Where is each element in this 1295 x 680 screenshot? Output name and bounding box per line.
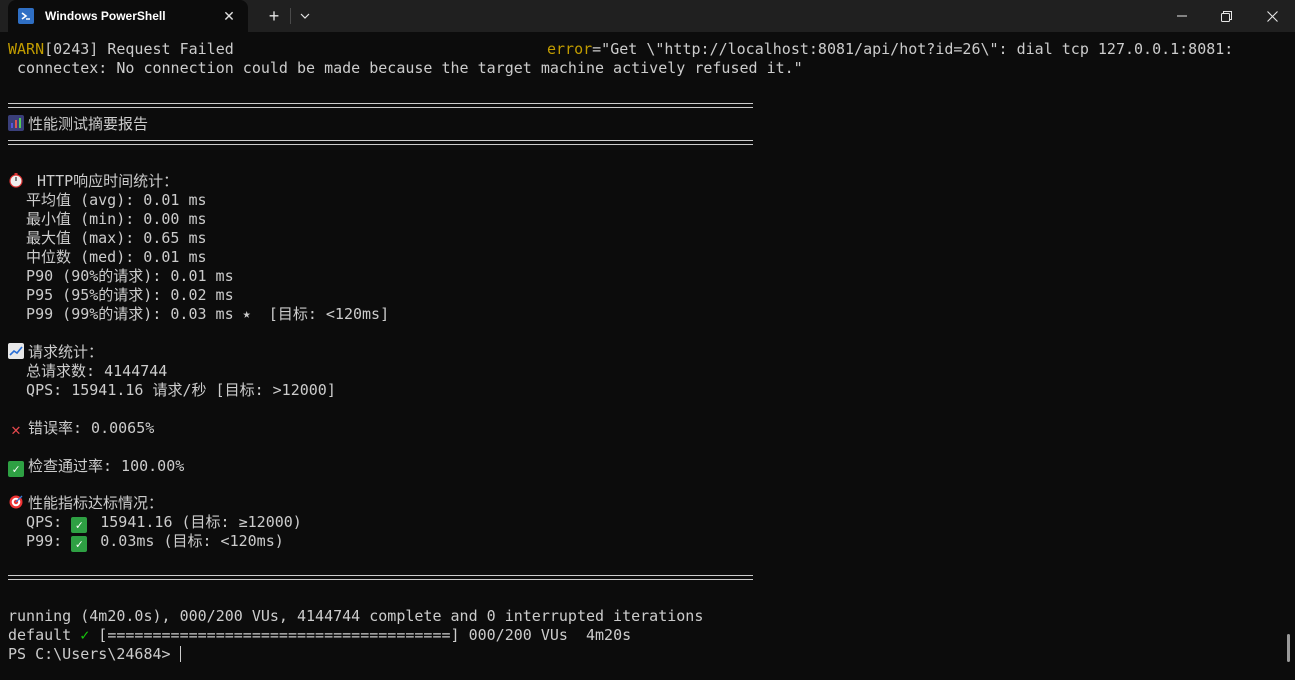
scrollbar-thumb[interactable] [1287,634,1290,662]
prompt: PS C:\Users\24684> [8,645,180,663]
perf-p99-value: 0.03ms (目标: <120ms) [91,532,284,550]
http-stat-med: 中位数 (med): 0.01 ms [8,248,207,266]
default-check-icon: ✓ [80,626,90,644]
tab-dropdown-button[interactable] [291,0,319,32]
perf-qps-label: QPS: [8,513,72,531]
tab-windows-powershell[interactable]: Windows PowerShell ✕ [8,0,248,32]
http-stat-p99: P99 (99%的请求): 0.03 ms ⭑ [目标: <120ms] [8,305,390,323]
prompt-line[interactable]: PS C:\Users\24684> [8,645,181,664]
running-line: running (4m20.0s), 000/200 VUs, 4144744 … [8,607,704,625]
tab-close-icon[interactable]: ✕ [216,3,242,29]
perf-qps-value: 15941.16 (目标: ≥12000) [91,513,302,531]
divider-bottom [8,575,753,580]
request-qps: QPS: 15941.16 请求/秒 [目标: >12000] [8,381,336,399]
error-rate: 错误率: 0.0065% [28,419,155,437]
chevron-down-icon [300,13,310,19]
check-mark-icon: ✓ [71,536,88,552]
stopwatch-icon [8,172,24,188]
warn-error-value: ="Get \"http://localhost:8081/api/hot?id… [592,40,1234,58]
new-tab-button[interactable]: + [258,0,290,32]
text-cursor [179,646,181,662]
default-progress: [======================================]… [89,626,632,644]
warn-error-key: error [547,40,593,58]
check-rate: 检查通过率: 100.00% [28,457,185,475]
close-icon [1266,10,1278,22]
perf-p99-line: P99: ✓ 0.03ms (目标: <120ms) [8,532,284,552]
warn-line: WARN[0243] Request Failed [8,40,234,59]
default-progress-line: default ✓ [=============================… [8,626,631,645]
cross-mark-icon: ✕ [11,420,21,439]
report-title-line: 性能测试摘要报告 [8,115,148,134]
request-header: 请求统计： [28,343,104,361]
perf-header-line: 性能指标达标情况： [8,494,163,513]
divider-top-1 [8,103,753,108]
restore-button[interactable] [1203,0,1249,32]
check-mark-icon: ✓ [8,461,24,477]
title-bar: Windows PowerShell ✕ + [0,0,1295,32]
minimize-button[interactable] [1159,0,1205,32]
http-stat-avg: 平均值 (avg): 0.01 ms [8,191,207,209]
warn-message: [0243] Request Failed [44,40,234,58]
close-window-button[interactable] [1249,0,1295,32]
perf-p99-label: P99: [8,532,72,550]
bar-chart-icon [8,115,24,131]
warn-line-continued: connectex: No connection could be made b… [8,59,803,77]
terminal-output[interactable]: WARN[0243] Request Failed error="Get \"h… [0,32,1295,680]
http-stat-min: 最小值 (min): 0.00 ms [8,210,207,228]
request-total: 总请求数: 4144744 [8,362,168,380]
minimize-icon [1177,15,1187,17]
check-rate-line: ✓ 检查通过率: 100.00% [8,457,185,477]
warn-level: WARN [8,40,45,58]
perf-header: 性能指标达标情况： [28,494,164,512]
divider-top-2 [8,140,753,145]
warn-error: error="Get \"http://localhost:8081/api/h… [547,40,1233,59]
restore-icon [1220,10,1232,22]
http-stat-max: 最大值 (max): 0.65 ms [8,229,207,247]
report-title: 性能测试摘要报告 [28,115,149,133]
target-icon [8,494,24,510]
powershell-icon [18,8,34,24]
default-label: default [8,626,81,644]
http-stat-p90: P90 (90%的请求): 0.01 ms [8,267,234,285]
check-mark-icon: ✓ [71,517,88,533]
trending-up-icon [8,343,24,359]
http-stat-p95: P95 (95%的请求): 0.02 ms [8,286,234,304]
request-header-line: 请求统计： [8,343,103,362]
http-header: HTTP响应时间统计： [28,172,179,190]
tab-title: Windows PowerShell [45,9,166,23]
http-header-line: HTTP响应时间统计： [8,172,178,191]
perf-qps-line: QPS: ✓ 15941.16 (目标: ≥12000) [8,513,302,533]
error-rate-line: ✕ 错误率: 0.0065% [8,419,154,438]
